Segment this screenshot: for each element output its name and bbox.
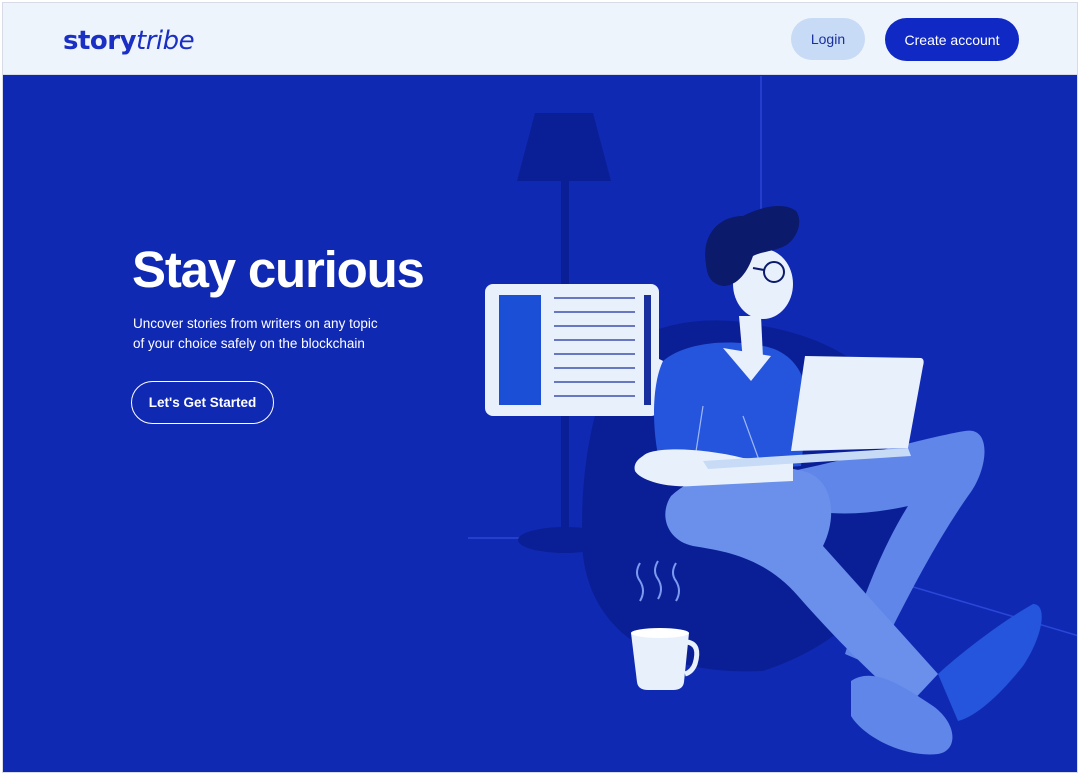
top-navbar: storytribe Login Create account bbox=[3, 3, 1077, 75]
storytribe-logo[interactable]: storytribe bbox=[63, 25, 195, 57]
create-account-button[interactable]: Create account bbox=[885, 18, 1019, 61]
hero-subtitle-line1: Uncover stories from writers on any topi… bbox=[133, 316, 378, 331]
logo-story: story bbox=[63, 26, 137, 56]
hero-illustration bbox=[468, 76, 1077, 755]
hero-title: Stay curious bbox=[132, 241, 425, 298]
page-frame: storytribe Login Create account Stay cur… bbox=[2, 2, 1078, 773]
get-started-button[interactable]: Let's Get Started bbox=[131, 381, 274, 424]
hero-section: Stay curious Uncover stories from writer… bbox=[3, 76, 1077, 772]
logo-tribe: tribe bbox=[136, 26, 195, 56]
hero-subtitle-line2: of your choice safely on the blockchain bbox=[133, 336, 365, 351]
floor-line-right bbox=[892, 580, 1077, 637]
login-button[interactable]: Login bbox=[791, 18, 865, 60]
person-with-laptop-illustration bbox=[634, 206, 1042, 755]
hero-subtitle: Uncover stories from writers on any topi… bbox=[133, 314, 423, 354]
